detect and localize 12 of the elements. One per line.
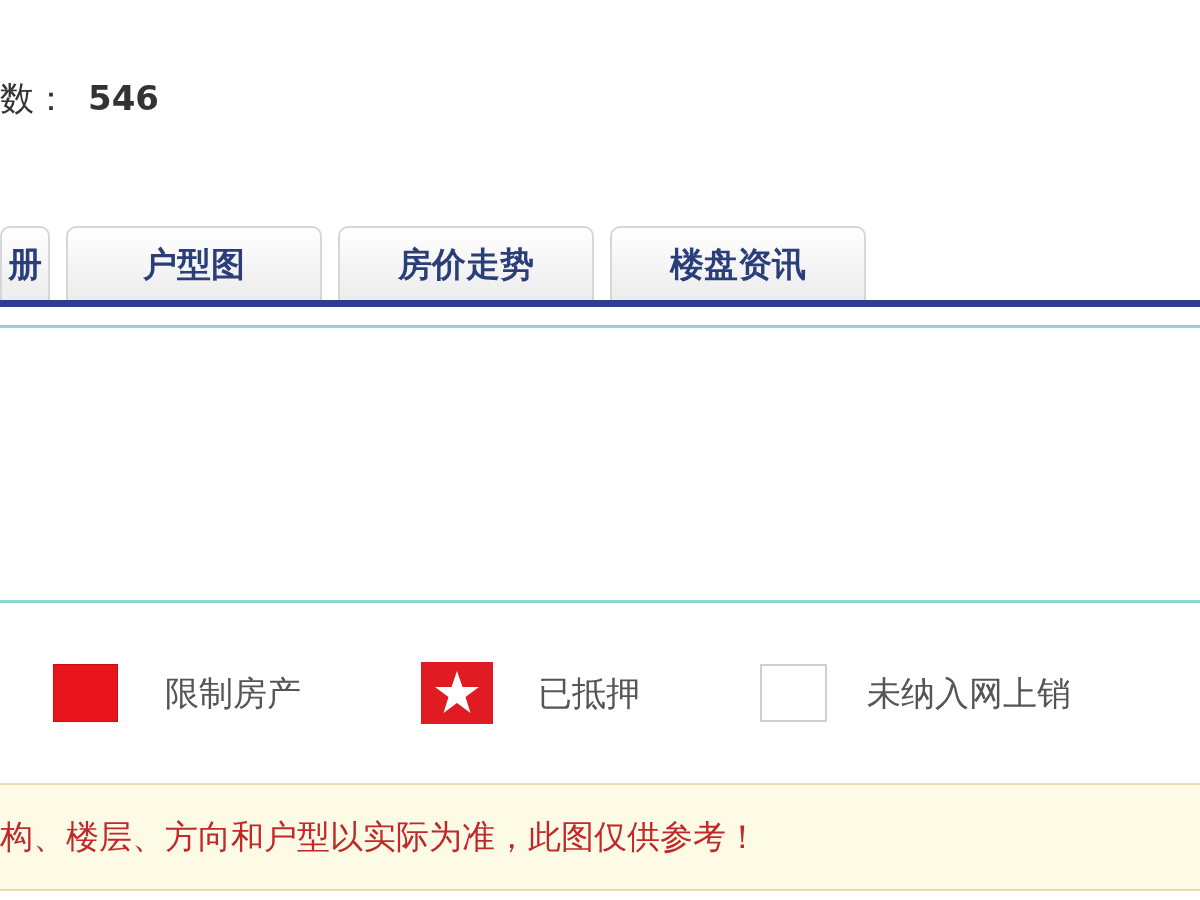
tab[interactable]: 房价走势 — [338, 226, 594, 300]
legend-label: 限制房产 — [165, 672, 301, 714]
empty-swatch — [760, 664, 827, 722]
legend-label: 未纳入网上销 — [867, 672, 1071, 714]
tab[interactable]: 楼盘资讯 — [610, 226, 866, 300]
tab[interactable]: 户型图 — [66, 226, 322, 300]
summary-value: 546 — [88, 76, 159, 120]
restricted-swatch — [53, 664, 118, 722]
legend-label: 已抵押 — [538, 672, 640, 714]
notice-text: 构、楼层、方向和户型以实际为准，此图仅供参考！ — [0, 817, 759, 858]
tab[interactable]: 册 — [0, 226, 50, 300]
summary-label: 数： — [0, 77, 68, 119]
